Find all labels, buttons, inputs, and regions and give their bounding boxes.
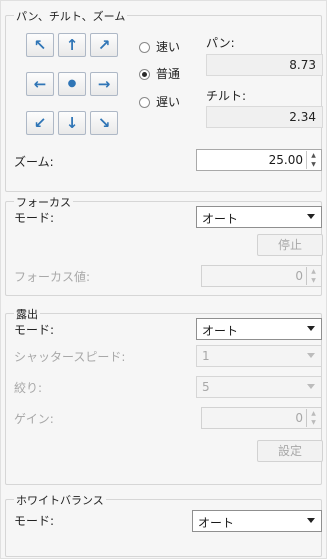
speed-fast-radio[interactable] bbox=[139, 42, 150, 53]
white-balance-mode-select[interactable]: オート bbox=[192, 510, 322, 532]
gain-spinbox[interactable]: 0 ▲ ▼ bbox=[201, 407, 322, 429]
iris-value: 5 bbox=[202, 380, 210, 394]
zoom-spinbox[interactable]: 25.00 ▲ ▼ bbox=[196, 149, 322, 171]
pan-up-right-button[interactable]: ↗ bbox=[90, 33, 118, 57]
speed-slow-label: 遅い bbox=[156, 95, 181, 109]
zoom-stepper[interactable]: ▲ ▼ bbox=[306, 151, 320, 169]
gain-label: ゲイン: bbox=[14, 412, 54, 426]
pan-tilt-zoom-group: パン、チルト、ズーム ↖ ↑ ↗ ← ● → ↙ ↓ ↘ 速い 普通 遅い パン… bbox=[5, 8, 323, 192]
exposure-title: 露出 bbox=[14, 306, 40, 322]
focus-mode-value: オート bbox=[202, 212, 239, 226]
down-arrow-icon[interactable]: ▼ bbox=[307, 418, 320, 427]
iris-select[interactable]: 5 bbox=[196, 376, 322, 398]
white-balance-group: ホワイトバランス モード: オート bbox=[5, 492, 322, 557]
zoom-label: ズーム: bbox=[14, 155, 54, 169]
focus-value-label: フォーカス値: bbox=[14, 270, 91, 284]
focus-value-stepper[interactable]: ▲ ▼ bbox=[306, 267, 320, 285]
white-balance-mode-label: モード: bbox=[14, 514, 55, 528]
chevron-down-icon bbox=[307, 353, 315, 358]
exposure-mode-label: モード: bbox=[14, 323, 55, 337]
chevron-down-icon bbox=[307, 518, 315, 523]
speed-normal-label: 普通 bbox=[156, 67, 181, 81]
tilt-value: 2.34 bbox=[206, 106, 323, 128]
down-arrow-icon[interactable]: ▼ bbox=[307, 276, 320, 285]
chevron-down-icon bbox=[307, 384, 315, 389]
camera-control-panel: パン、チルト、ズーム ↖ ↑ ↗ ← ● → ↙ ↓ ↘ 速い 普通 遅い パン… bbox=[0, 0, 327, 559]
pan-value: 8.73 bbox=[206, 54, 323, 76]
up-arrow-icon[interactable]: ▲ bbox=[307, 267, 320, 276]
speed-normal-radio[interactable] bbox=[139, 69, 150, 80]
pan-left-button[interactable]: ← bbox=[26, 72, 54, 96]
up-arrow-icon[interactable]: ▲ bbox=[307, 151, 320, 160]
chevron-down-icon bbox=[307, 326, 315, 331]
up-arrow-icon[interactable]: ▲ bbox=[307, 409, 320, 418]
tilt-label: チルト: bbox=[206, 89, 247, 103]
down-arrow-icon[interactable]: ▼ bbox=[307, 160, 320, 169]
tilt-up-button[interactable]: ↑ bbox=[58, 33, 86, 57]
focus-group: フォーカス モード: オート 停止 フォーカス値: 0 ▲ ▼ bbox=[5, 194, 323, 296]
exposure-group: 露出 モード: オート シャッタースピード: 1 絞り: 5 ゲイン: 0 ▲ ▼… bbox=[5, 306, 323, 485]
tilt-down-button[interactable]: ↓ bbox=[58, 111, 86, 135]
pan-right-button[interactable]: → bbox=[90, 72, 118, 96]
white-balance-mode-value: オート bbox=[198, 516, 235, 530]
shutter-speed-label: シャッタースピード: bbox=[14, 350, 126, 364]
shutter-speed-value: 1 bbox=[202, 349, 210, 363]
exposure-mode-value: オート bbox=[202, 324, 239, 338]
focus-value-spinbox[interactable]: 0 ▲ ▼ bbox=[201, 265, 322, 287]
chevron-down-icon bbox=[307, 214, 315, 219]
focus-value: 0 bbox=[295, 269, 303, 283]
pan-up-left-button[interactable]: ↖ bbox=[26, 33, 54, 57]
speed-slow-radio[interactable] bbox=[139, 97, 150, 108]
speed-fast-label: 速い bbox=[156, 40, 181, 54]
home-button[interactable]: ● bbox=[58, 72, 86, 96]
zoom-value: 25.00 bbox=[268, 153, 303, 167]
shutter-speed-select[interactable]: 1 bbox=[196, 345, 322, 367]
gain-value: 0 bbox=[295, 411, 303, 425]
white-balance-title: ホワイトバランス bbox=[14, 492, 106, 508]
focus-title: フォーカス bbox=[14, 194, 73, 210]
pan-down-left-button[interactable]: ↙ bbox=[26, 111, 54, 135]
iris-label: 絞り: bbox=[14, 381, 43, 395]
focus-mode-label: モード: bbox=[14, 211, 55, 225]
pan-label: パン: bbox=[206, 36, 235, 50]
pan-tilt-zoom-title: パン、チルト、ズーム bbox=[14, 8, 128, 24]
exposure-mode-select[interactable]: オート bbox=[196, 318, 322, 340]
exposure-set-button[interactable]: 設定 bbox=[257, 440, 323, 462]
gain-stepper[interactable]: ▲ ▼ bbox=[306, 409, 320, 427]
focus-mode-select[interactable]: オート bbox=[196, 206, 322, 228]
pan-down-right-button[interactable]: ↘ bbox=[90, 111, 118, 135]
focus-stop-button[interactable]: 停止 bbox=[257, 234, 323, 256]
